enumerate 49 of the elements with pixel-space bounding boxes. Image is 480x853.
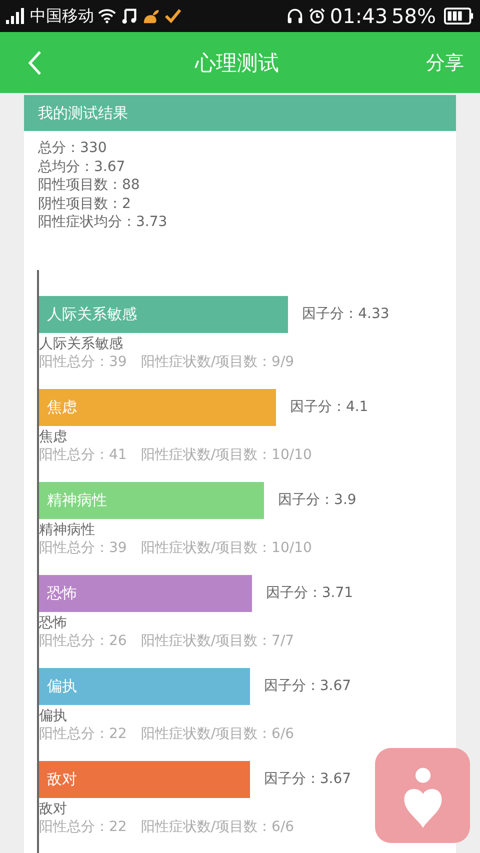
factor-name: 敌对 (39, 800, 68, 818)
factor-name: 精神病性 (39, 520, 96, 538)
symptom-count: 阳性症状数/项目数：10/10 (140, 538, 312, 556)
summary-line: 阳性项目数：88 (38, 176, 141, 194)
carrier-name: 中国移动 (30, 6, 94, 26)
factor-name: 焦虑 (39, 428, 68, 446)
battery-icon (444, 7, 474, 25)
headphones-icon (286, 8, 304, 24)
factor-score: 因子分：3.71 (266, 584, 354, 602)
factor-name: 偏执 (39, 706, 68, 724)
symptom-count: 阳性症状数/项目数：6/6 (140, 724, 294, 742)
clock-time: 01:43 (330, 4, 388, 28)
factor-score: 因子分：3.67 (264, 677, 352, 695)
card-header: 我的测试结果 (24, 95, 456, 131)
factor-bar: 敌对 (39, 760, 250, 798)
symptom-count: 阳性症状数/项目数：7/7 (140, 632, 294, 650)
positive-total: 阳性总分：26 (39, 632, 127, 650)
app-logo-button[interactable] (375, 748, 470, 843)
factor-bar: 焦虑 (39, 388, 276, 426)
summary-line: 阳性症状均分：3.73 (38, 213, 168, 232)
factor-score: 因子分：4.33 (302, 305, 390, 323)
factor-bar: 恐怖 (39, 574, 252, 612)
music-icon (120, 8, 138, 24)
page-title: 心理测试 (195, 50, 279, 76)
share-button[interactable]: 分享 (426, 46, 464, 80)
factor-name: 人际关系敏感 (39, 334, 124, 352)
summary-line: 总分：330 (38, 139, 108, 158)
factor-bar: 精神病性 (39, 482, 264, 518)
factor-bar: 人际关系敏感 (39, 296, 288, 332)
factor-bar: 偏执 (39, 668, 250, 704)
positive-total: 阳性总分：22 (39, 724, 127, 742)
symptom-count: 阳性症状数/项目数：9/9 (140, 352, 294, 370)
positive-total: 阳性总分：39 (39, 352, 127, 370)
battery-percent: 58% (392, 4, 436, 28)
check-icon (164, 8, 182, 24)
factor-name: 恐怖 (39, 614, 68, 632)
symptom-count: 阳性症状数/项目数：10/10 (140, 446, 312, 464)
symptom-count: 阳性症状数/项目数：6/6 (140, 818, 294, 836)
factor-score: 因子分：3.67 (264, 770, 352, 788)
wifi-icon (98, 8, 116, 24)
factor-score: 因子分：3.9 (278, 491, 356, 509)
summary-line: 总均分：3.67 (38, 158, 126, 176)
summary-line: 阴性项目数：2 (38, 194, 132, 213)
factor-score: 因子分：4.1 (290, 398, 368, 416)
positive-total: 阳性总分：39 (39, 538, 127, 556)
positive-total: 阳性总分：41 (39, 446, 127, 464)
alarm-clock-icon (308, 8, 326, 24)
signal-icon (6, 8, 26, 24)
positive-total: 阳性总分：22 (39, 818, 127, 836)
